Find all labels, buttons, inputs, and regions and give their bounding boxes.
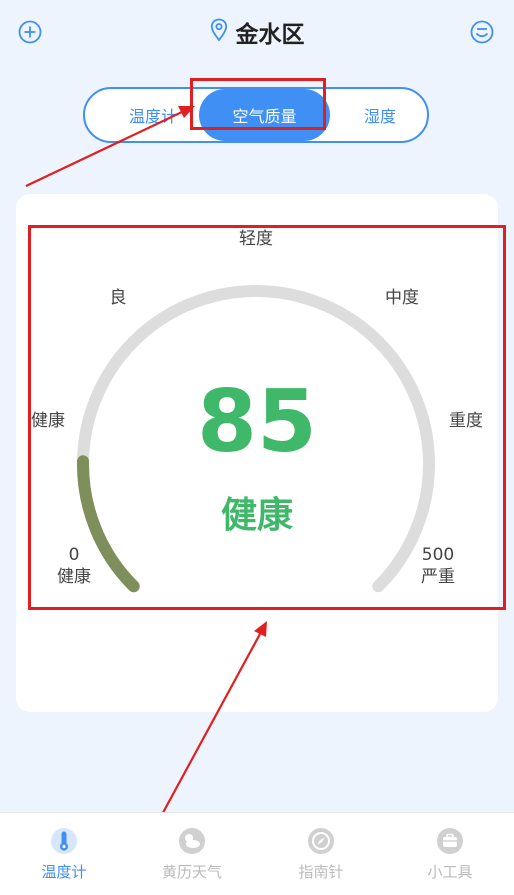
tab-thermometer[interactable]: 温度计 <box>103 89 203 141</box>
location-selector[interactable]: 金水区 <box>0 16 514 48</box>
nav-label: 指南针 <box>298 863 344 881</box>
gauge-highlight-box <box>28 225 506 610</box>
tab-humidity[interactable]: 湿度 <box>335 89 425 141</box>
map-pin-icon <box>210 18 228 46</box>
nav-item-thermometer[interactable]: 温度计 <box>0 827 128 882</box>
nav-item-almanac-weather[interactable]: 黄历天气 <box>128 827 256 882</box>
location-name: 金水区 <box>235 22 305 48</box>
smiley-face-icon[interactable] <box>468 18 496 46</box>
compass-icon <box>308 828 334 854</box>
weather-icon <box>179 828 205 854</box>
tab-highlight-box <box>190 78 326 130</box>
toolbox-icon <box>437 828 463 854</box>
nav-label: 温度计 <box>41 863 87 881</box>
nav-label: 黄历天气 <box>161 863 222 881</box>
nav-label: 小工具 <box>427 863 473 881</box>
top-bar: 金水区 <box>0 0 514 64</box>
bottom-nav: 温度计 黄历天气 指南针 小工具 <box>0 812 514 895</box>
thermometer-icon <box>51 828 77 854</box>
nav-item-compass[interactable]: 指南针 <box>257 827 385 882</box>
nav-item-tools[interactable]: 小工具 <box>386 827 514 882</box>
